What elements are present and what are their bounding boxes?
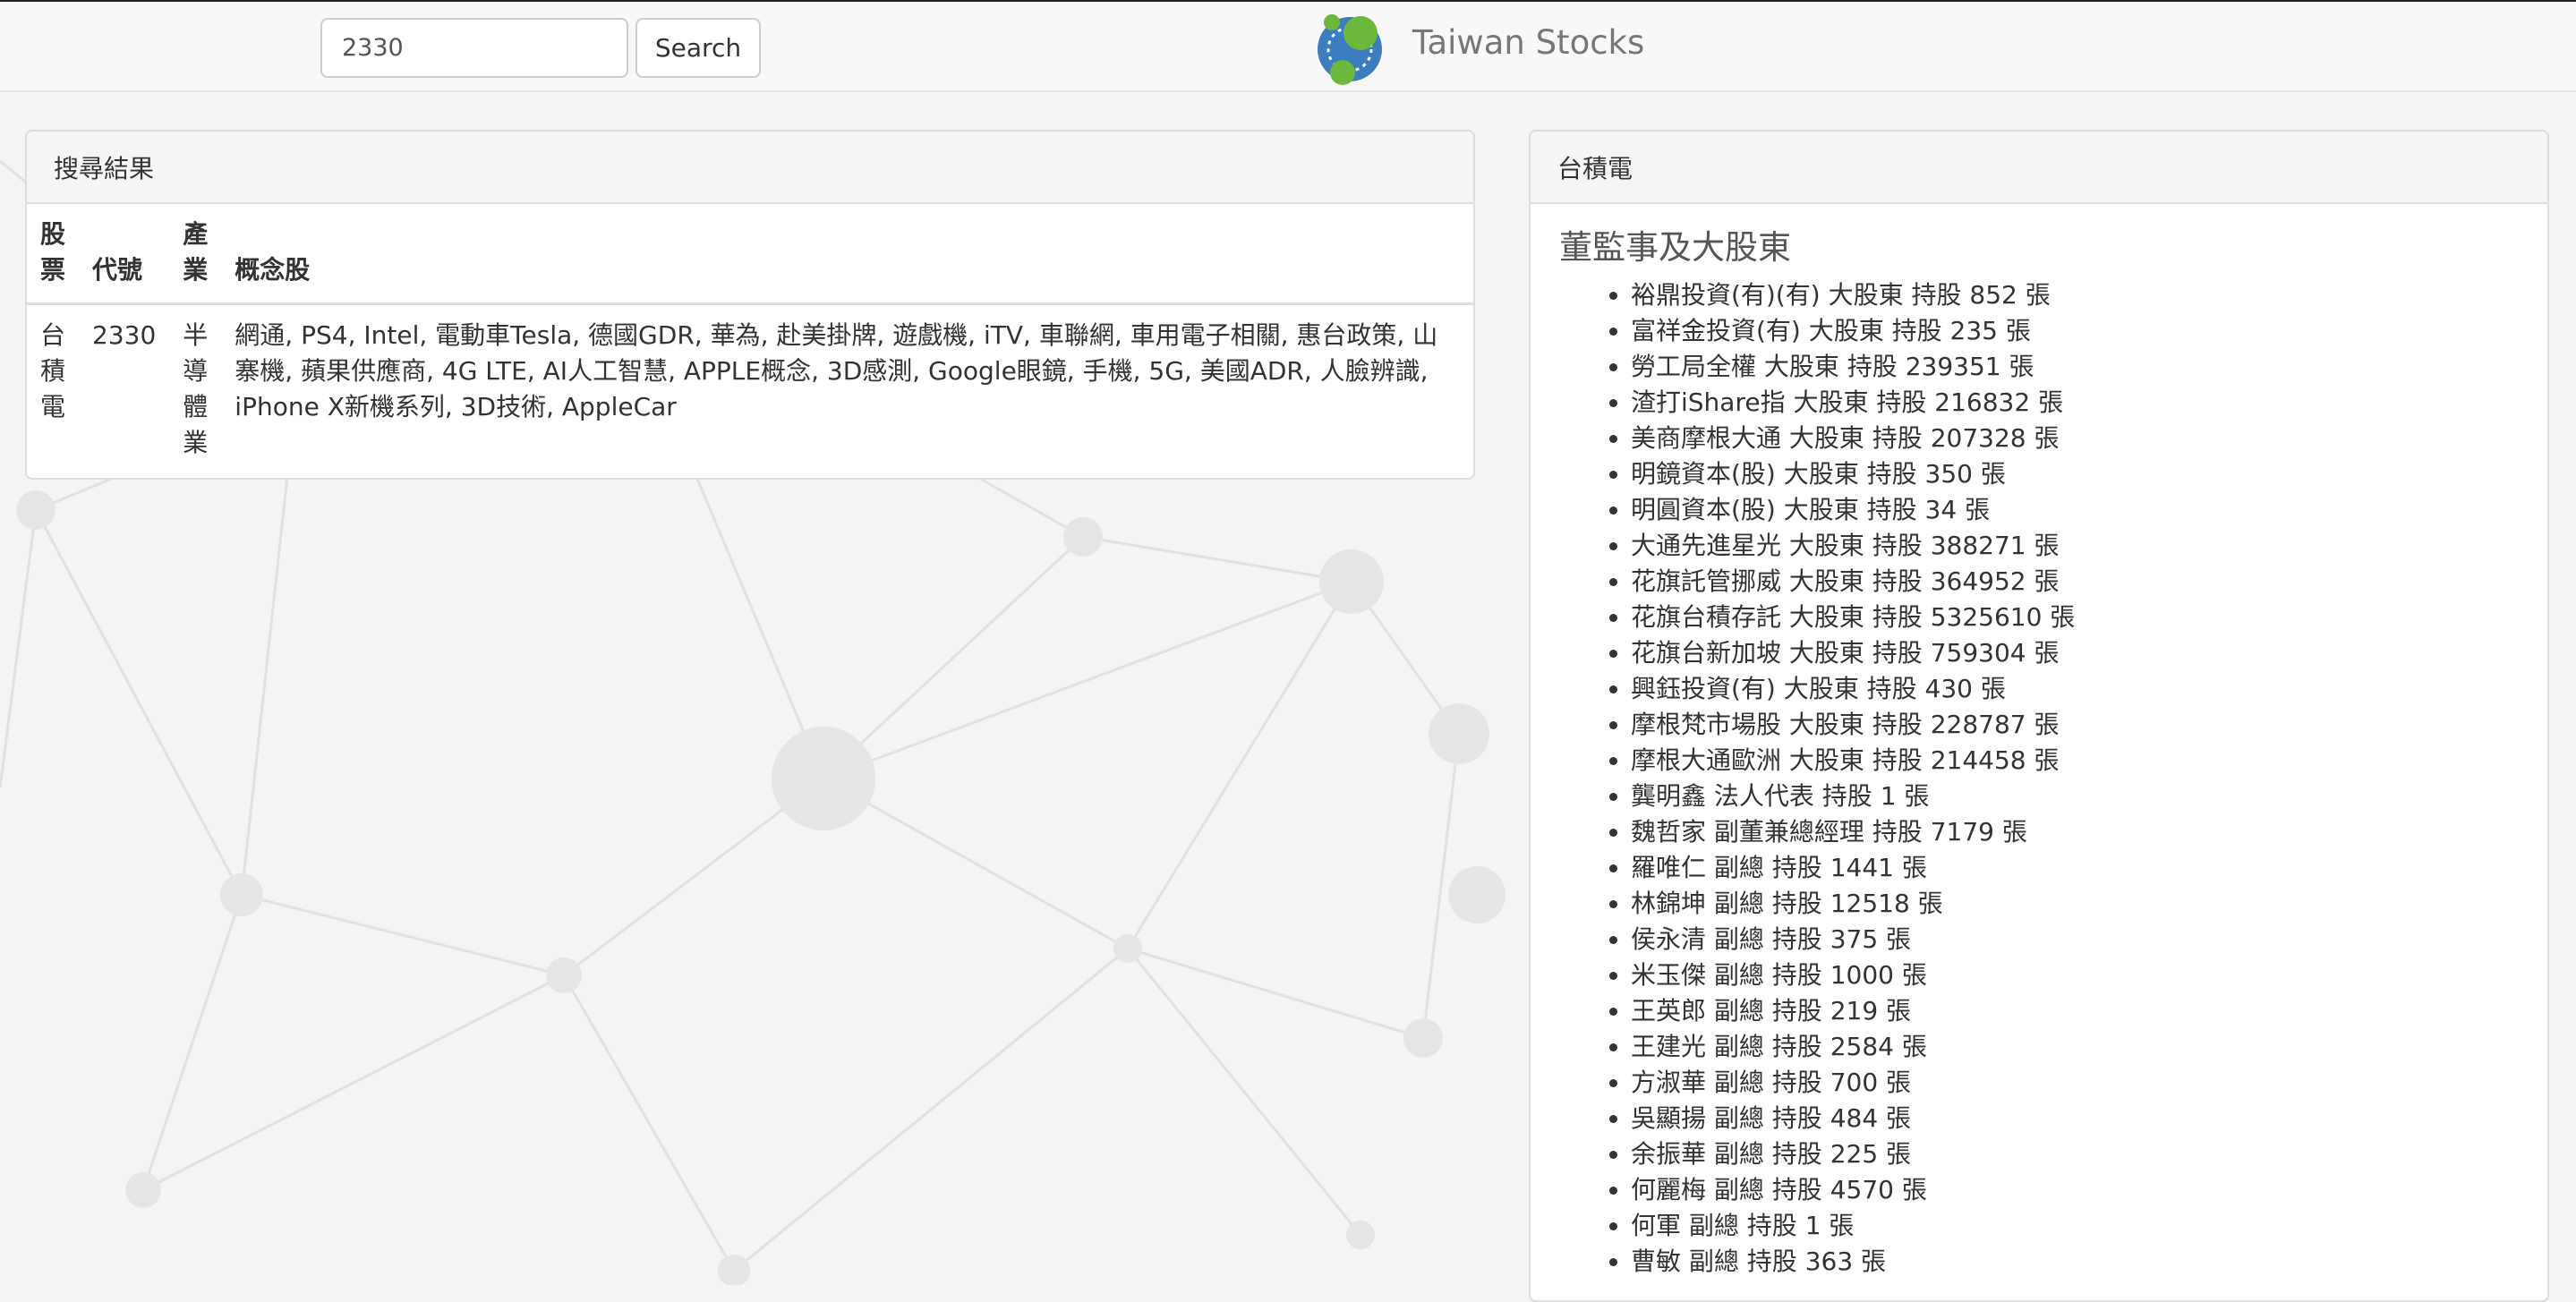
cell-industry: 半導體業 [169,302,222,473]
list-item: 何麗梅 副總 持股 4570 張 [1631,1172,2547,1208]
list-item: 明鏡資本(股) 大股東 持股 350 張 [1631,456,2547,492]
results-table: 股票 代號 產業 概念股 台積電 2330 半導體業 網通, PS4, Inte… [27,204,1473,473]
list-item: 渣打iShare指 大股東 持股 216832 張 [1631,385,2547,421]
list-item: 侯永清 副總 持股 375 張 [1631,922,2547,957]
cell-stock-name[interactable]: 台積電 [27,302,80,473]
search-results-panel: 搜尋結果 股票 代號 產業 概念股 台積電 2330 半導體業 網通, PS4,… [25,130,1475,480]
list-item: 美商摩根大通 大股東 持股 207328 張 [1631,421,2547,456]
list-item: 富祥金投資(有) 大股東 持股 235 張 [1631,313,2547,349]
table-row[interactable]: 台積電 2330 半導體業 網通, PS4, Intel, 電動車Tesla, … [27,302,1473,473]
detail-heading: 台積電 [1531,132,2547,204]
list-item: 方淑華 副總 持股 700 張 [1631,1065,2547,1101]
table-header-row: 股票 代號 產業 概念股 [27,204,1473,305]
cell-concepts: 網通, PS4, Intel, 電動車Tesla, 德國GDR, 華為, 赴美掛… [221,302,1473,473]
results-heading: 搜尋結果 [27,132,1473,204]
brand-title[interactable]: Taiwan Stocks [1412,23,1644,62]
column-header-stock: 股票 [27,204,80,305]
list-item: 王英郎 副總 持股 219 張 [1631,993,2547,1029]
search-input[interactable] [320,18,628,78]
list-item: 林錦坤 副總 持股 12518 張 [1631,886,2547,922]
list-item: 米玉傑 副總 持股 1000 張 [1631,957,2547,993]
list-item: 勞工局全權 大股東 持股 239351 張 [1631,349,2547,385]
top-navbar: Search Taiwan Stocks [0,0,2576,92]
list-item: 花旗台新加坡 大股東 持股 759304 張 [1631,635,2547,671]
list-item: 摩根梵市場股 大股東 持股 228787 張 [1631,707,2547,743]
list-item: 花旗託管挪威 大股東 持股 364952 張 [1631,564,2547,600]
list-item: 羅唯仁 副總 持股 1441 張 [1631,850,2547,886]
list-item: 余振華 副總 持股 225 張 [1631,1136,2547,1172]
list-item: 摩根大通歐洲 大股東 持股 214458 張 [1631,743,2547,779]
list-item: 王建光 副總 持股 2584 張 [1631,1029,2547,1065]
search-button[interactable]: Search [635,18,761,78]
list-item: 曹敏 副總 持股 363 張 [1631,1244,2547,1280]
list-item: 裕鼎投資(有)(有) 大股東 持股 852 張 [1631,277,2547,313]
list-item: 龔明鑫 法人代表 持股 1 張 [1631,779,2547,814]
column-header-code: 代號 [79,204,170,305]
list-item: 大通先進星光 大股東 持股 388271 張 [1631,528,2547,564]
column-header-industry: 產業 [169,204,222,305]
list-item: 花旗台積存託 大股東 持股 5325610 張 [1631,600,2547,635]
brand-logo-icon[interactable] [1316,10,1386,85]
list-item: 興鈺投資(有) 大股東 持股 430 張 [1631,671,2547,707]
cell-stock-code[interactable]: 2330 [79,302,170,473]
column-header-concepts: 概念股 [221,204,1473,305]
list-item: 吳顯揚 副總 持股 484 張 [1631,1101,2547,1136]
list-item: 魏哲家 副董兼總經理 持股 7179 張 [1631,814,2547,850]
stock-detail-panel: 台積電 董監事及大股東 裕鼎投資(有)(有) 大股東 持股 852 張富祥金投資… [1529,130,2549,1302]
list-item: 何軍 副總 持股 1 張 [1631,1208,2547,1244]
holders-list: 裕鼎投資(有)(有) 大股東 持股 852 張富祥金投資(有) 大股東 持股 2… [1531,277,2547,1280]
section-title: 董監事及大股東 [1559,228,1791,267]
list-item: 明圓資本(股) 大股東 持股 34 張 [1631,492,2547,528]
